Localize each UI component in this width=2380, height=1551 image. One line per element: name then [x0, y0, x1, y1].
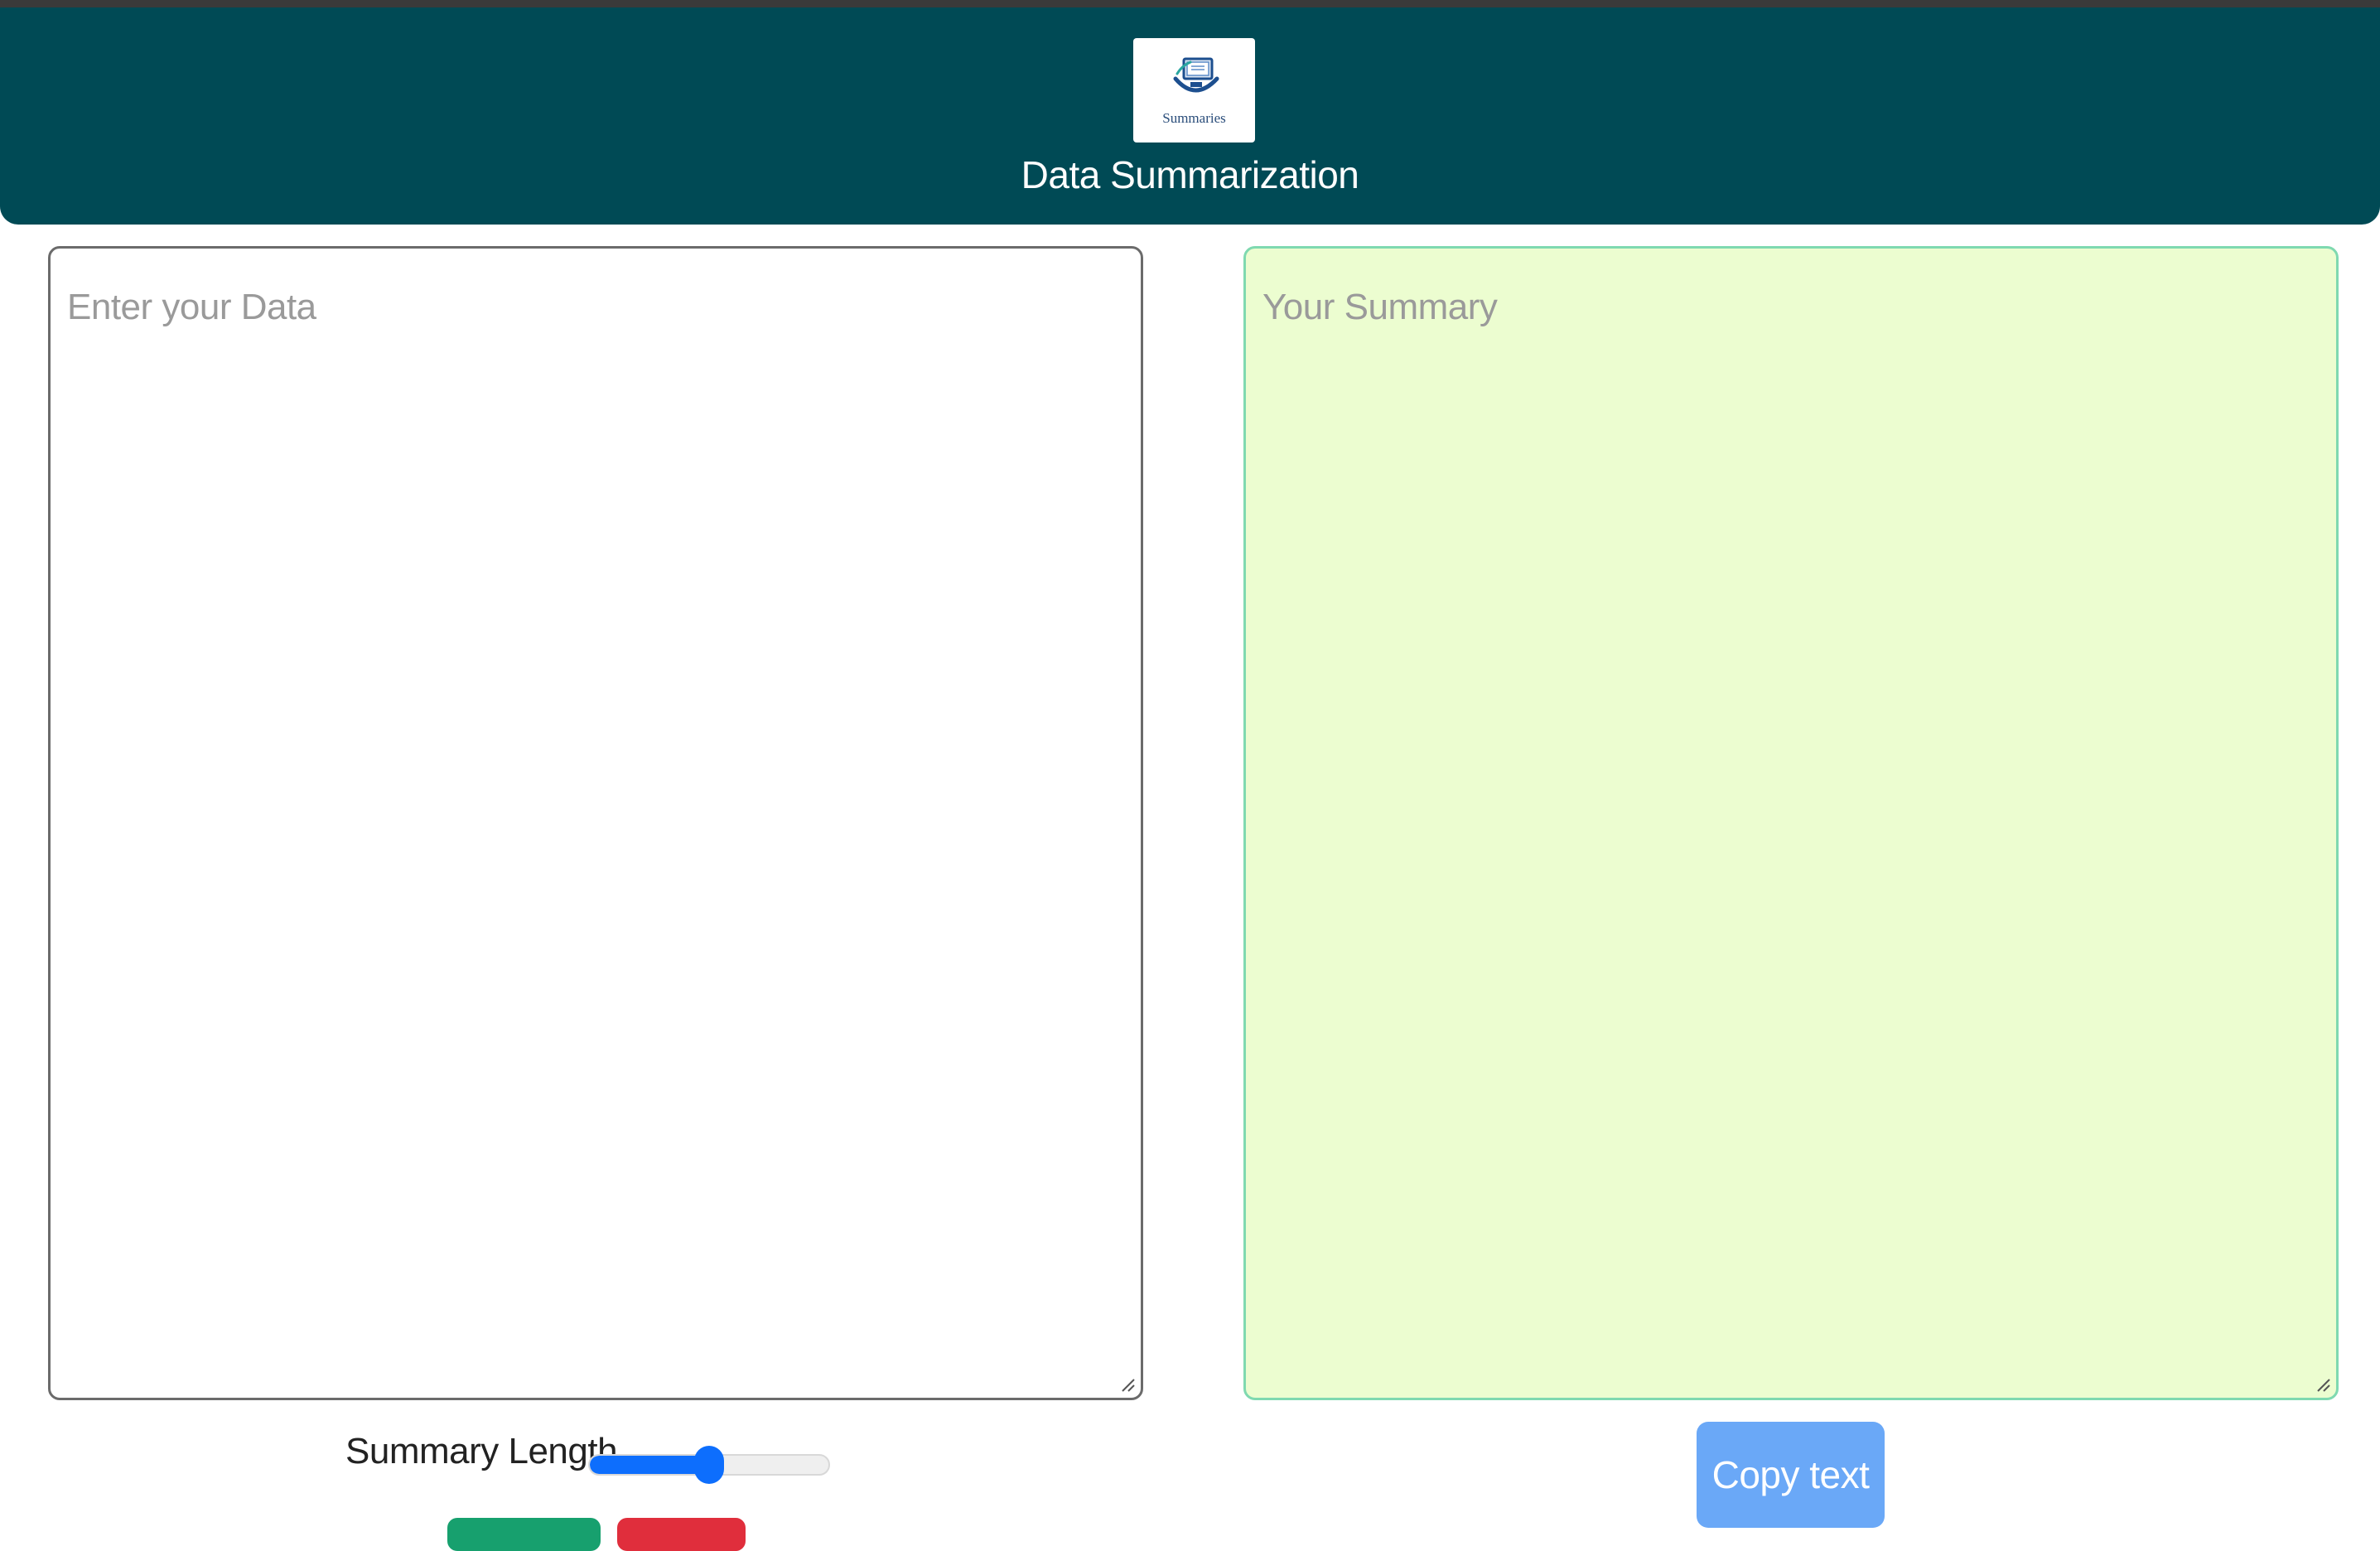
browser-top-strip — [0, 0, 2380, 7]
summary-output-placeholder: Your Summary — [1262, 287, 1498, 327]
data-input-placeholder: Enter your Data — [67, 287, 316, 327]
copy-text-button[interactable]: Copy text — [1697, 1422, 1885, 1528]
page-title: Data Summarization — [1021, 153, 1359, 196]
summarize-button[interactable] — [447, 1518, 601, 1551]
summary-length-label: Summary Length — [345, 1431, 618, 1471]
resize-grip-icon[interactable] — [2313, 1375, 2331, 1393]
app-logo: Summaries — [1133, 38, 1255, 143]
data-input-textarea[interactable]: Enter your Data — [48, 246, 1143, 1400]
resize-grip-icon[interactable] — [1118, 1375, 1136, 1393]
summary-length-control: Summary Length — [0, 1429, 1193, 1495]
app-header: Summaries Data Summarization — [0, 7, 2380, 225]
clear-button[interactable] — [617, 1518, 746, 1551]
summary-output-textarea[interactable]: Your Summary — [1243, 246, 2339, 1400]
logo-text: Summaries — [1162, 110, 1226, 126]
summary-length-slider-thumb[interactable] — [694, 1446, 724, 1484]
monitor-logo-icon — [1173, 57, 1219, 93]
